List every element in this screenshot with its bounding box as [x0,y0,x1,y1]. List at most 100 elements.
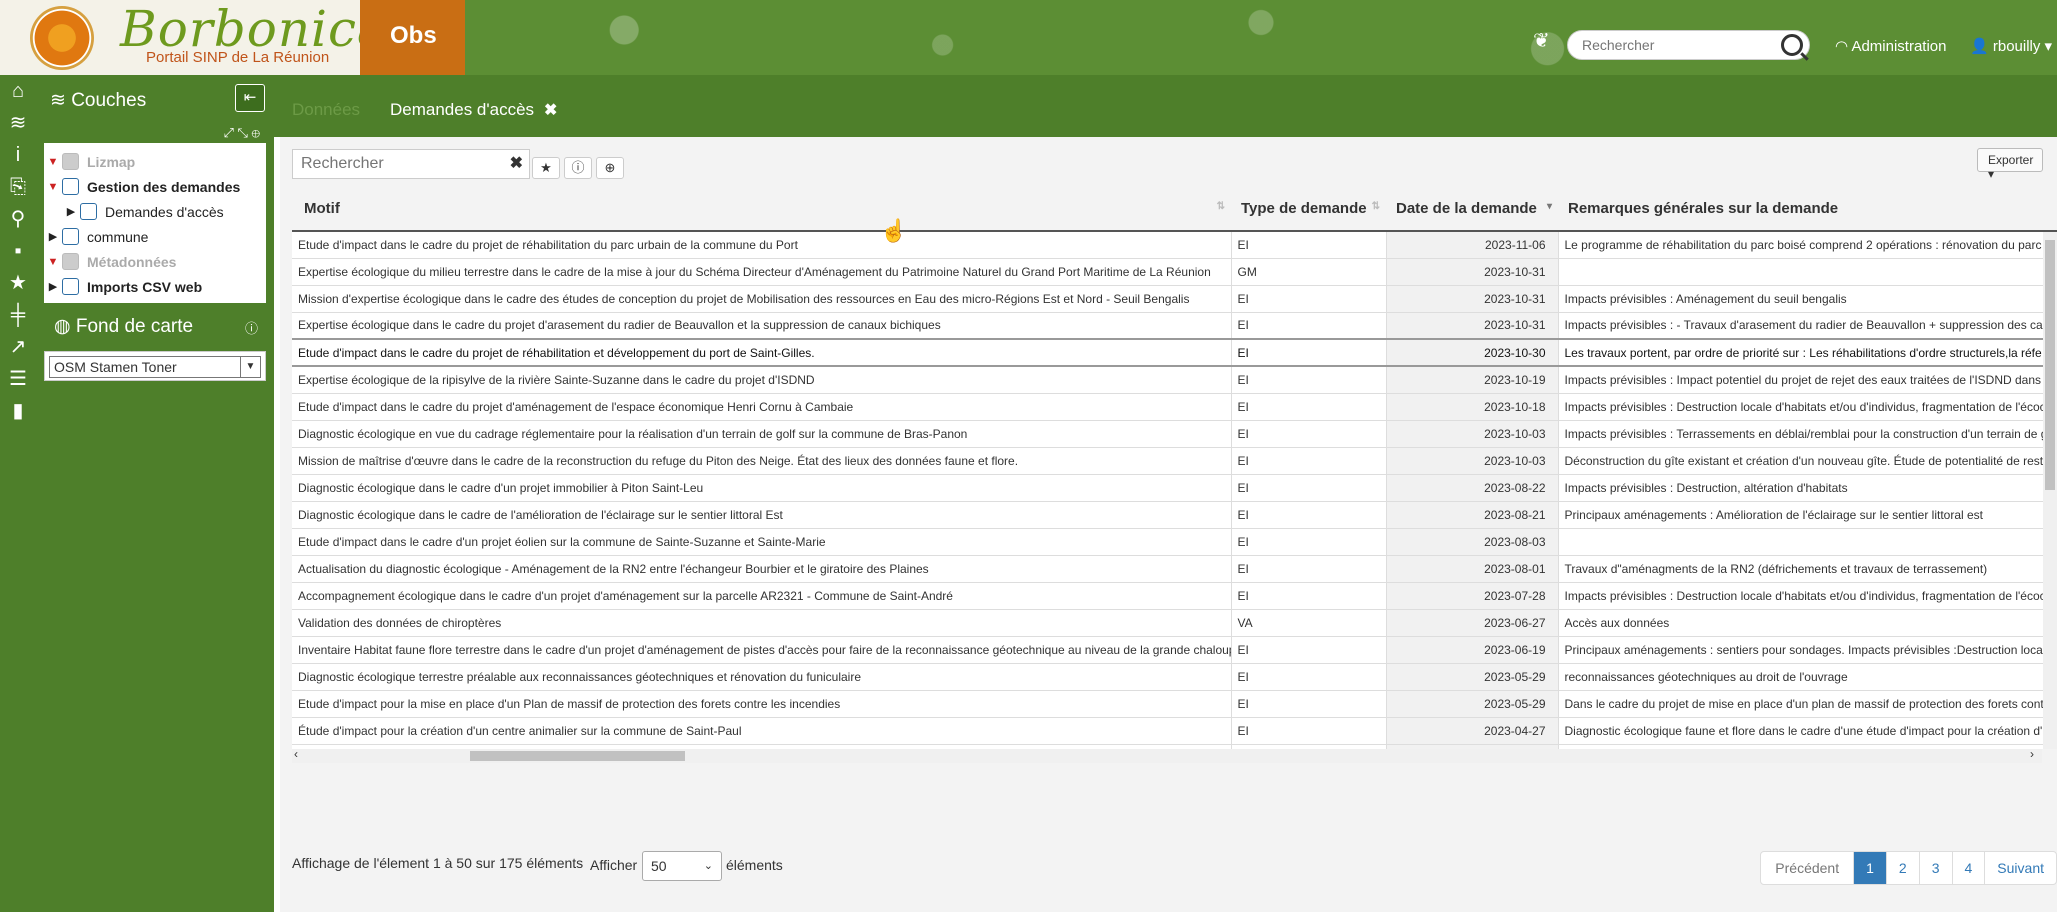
page-button[interactable]: 3 [1918,852,1952,884]
caret-right-icon[interactable]: ▶ [44,230,62,243]
page-button[interactable]: 4 [1951,852,1985,884]
table-row[interactable]: Étude d'impact pour la création d'un cen… [292,716,2057,744]
col-motif[interactable]: Motif ⇅ [292,187,1231,232]
collapse-panel-button[interactable]: ⇤ [235,84,265,112]
table-row[interactable]: Actualisation du diagnostic écologique -… [292,554,2057,582]
comment-icon[interactable]: ▪ [0,235,36,267]
layer-tree: ▼ Lizmap ▼ Gestion des demandes ▶ Demandes … [44,143,266,303]
table-row[interactable]: Diagnostic écologique dans le cadre d'un… [292,473,2057,501]
close-tab-icon[interactable]: ✖ [544,100,557,120]
table-row[interactable]: Validation des données de chiroptères VA 2… [292,608,2057,636]
table-row[interactable]: Expertise écologique du milieu terrestre… [292,257,2057,285]
table-row[interactable]: Inventaire Habitat faune flore terrestre… [292,635,2057,663]
list-icon[interactable]: ☰ [0,363,36,395]
brand-logo[interactable]: Borbonica Portail SINP de La Réunion [0,0,387,75]
basemap-select[interactable]: OSM Stamen Toner ▼ [49,356,261,378]
scroll-right-icon[interactable]: › [2030,747,2034,761]
chart-icon[interactable]: ▮ [0,395,36,427]
user-menu[interactable]: 👤 rbouilly ▾ [1970,37,2052,55]
caret-right-icon[interactable]: ▶ [62,205,80,218]
table-row[interactable]: Expertise écologique dans le cadre du pr… [292,311,2057,339]
layer-checkbox[interactable] [80,203,97,220]
horizontal-scrollbar[interactable]: ‹ › [292,747,2042,763]
caret-down-icon[interactable]: ▼ [44,256,62,268]
layers-icon[interactable]: ≋ [0,107,36,139]
table-row[interactable]: Mission d'expertise écologique dans le c… [292,284,2057,312]
table-row[interactable]: Etude d'impact pour la mise en place d'u… [292,689,2057,717]
search-icon[interactable] [1781,34,1803,56]
layer-node[interactable]: ▶ commune [44,224,266,249]
layer-checkbox[interactable] [62,228,79,245]
col-date[interactable]: Date de la demande ▾ [1386,187,1558,232]
caret-right-icon[interactable]: ▶ [44,280,62,293]
chevron-down-icon[interactable]: ▼ [240,357,260,377]
layer-checkbox[interactable] [62,253,79,270]
table-row[interactable]: Diagnostic écologique en vue du cadrage … [292,419,2057,447]
table-row[interactable]: Diagnostic écologique dans le cadre de l… [292,500,2057,528]
prev-page-button[interactable]: Précédent [1761,852,1853,884]
user-icon: 👤 [1970,38,1993,55]
leaf-icon[interactable]: ❦ [1533,28,1550,53]
obs-tab[interactable]: Obs [360,0,465,75]
caret-down-icon[interactable]: ▼ [44,156,62,168]
table-search[interactable]: ✖ [292,149,530,179]
motif-cell: Étude d'impact pour la création d'un cen… [292,716,1231,744]
table-row[interactable]: Etude d'impact dans le cadre du projet d… [292,392,2057,420]
add-button[interactable]: ⊕ [596,157,624,179]
layer-checkbox[interactable] [62,153,79,170]
info-icon[interactable]: i [0,139,36,171]
tab-donnees[interactable]: Données [292,100,360,120]
sort-icon[interactable]: ⇅ [1217,201,1225,212]
zoom-icon[interactable]: ⊕ [252,125,260,140]
scroll-thumb[interactable] [470,751,685,761]
clear-search-icon[interactable]: ✖ [510,153,523,173]
table-row[interactable]: Accompagnement écologique dans le cadre … [292,581,2057,609]
motif-cell: Diagnostic écologique dans le cadre de l… [292,500,1231,528]
col-type[interactable]: Type de demande ⇅ [1231,187,1386,232]
page-button[interactable]: 2 [1885,852,1919,884]
layer-node[interactable]: ▼ Métadonnées [44,249,266,274]
col-remarques[interactable]: Remarques générales sur la demande [1558,187,2057,232]
caret-down-icon[interactable]: ▼ [44,181,62,193]
road-sign-icon[interactable]: ╪ [0,299,36,331]
page-length-select[interactable]: 50 ⌄ [642,851,722,881]
scroll-thumb[interactable] [2045,240,2055,490]
header-search-input[interactable] [1568,31,1768,59]
table-row[interactable]: Mission de maîtrise d'œuvre dans le cadr… [292,446,2057,474]
tab-demandes-acces[interactable]: Demandes d'accès [390,100,534,120]
info-icon[interactable]: ⓘ [245,318,258,337]
table-row[interactable]: Etude d'impact dans le cadre d'un projet… [292,527,2057,555]
table-header-row: Motif ⇅ Type de demande ⇅ Date de la deman… [292,187,2057,232]
collapse-icon[interactable]: ⤡ [238,125,252,140]
page-button[interactable]: 1 [1853,852,1886,884]
expand-icon[interactable]: ⤢ [223,125,237,140]
vertical-scrollbar[interactable] [2043,232,2057,749]
header-search[interactable] [1567,30,1810,60]
clipboard-icon[interactable]: ⎘ [0,171,36,203]
sort-desc-icon[interactable]: ▾ [1547,201,1552,212]
table-row[interactable]: Etude d'impact dans le cadre du projet d… [292,338,2057,367]
layer-node[interactable]: ▶ Imports CSV web [44,274,266,299]
date-cell: 2023-06-19 [1385,635,1558,663]
table-row[interactable]: Expertise écologique de la ripisylve de … [292,365,2057,393]
layer-checkbox[interactable] [62,278,79,295]
admin-link[interactable]: ◠ Administration [1835,37,1946,55]
page-length-value: 50 [651,858,667,874]
table-search-input[interactable] [293,150,493,178]
star-filter-button[interactable]: ★ [532,157,560,179]
table-row[interactable]: Diagnostic écologique terrestre préalabl… [292,662,2057,690]
layer-node[interactable]: ▼ Lizmap [44,149,266,174]
scroll-left-icon[interactable]: ‹ [294,747,298,761]
layer-node[interactable]: ▶ Demandes d'accès [44,199,266,224]
search-icon[interactable]: ⚲ [0,203,36,235]
layer-checkbox[interactable] [62,178,79,195]
export-button[interactable]: Exporter ▾ [1977,148,2043,181]
share-icon[interactable]: ↗ [0,331,36,363]
sort-icon[interactable]: ⇅ [1372,201,1380,212]
info-button[interactable]: ⓘ [564,157,592,179]
layer-node[interactable]: ▼ Gestion des demandes [44,174,266,199]
star-icon[interactable]: ★ [0,267,36,299]
table-row[interactable]: Etude d'impact dans le cadre du projet d… [292,230,2057,258]
next-page-button[interactable]: Suivant [1984,852,2056,884]
home-icon[interactable]: ⌂ [0,75,36,107]
